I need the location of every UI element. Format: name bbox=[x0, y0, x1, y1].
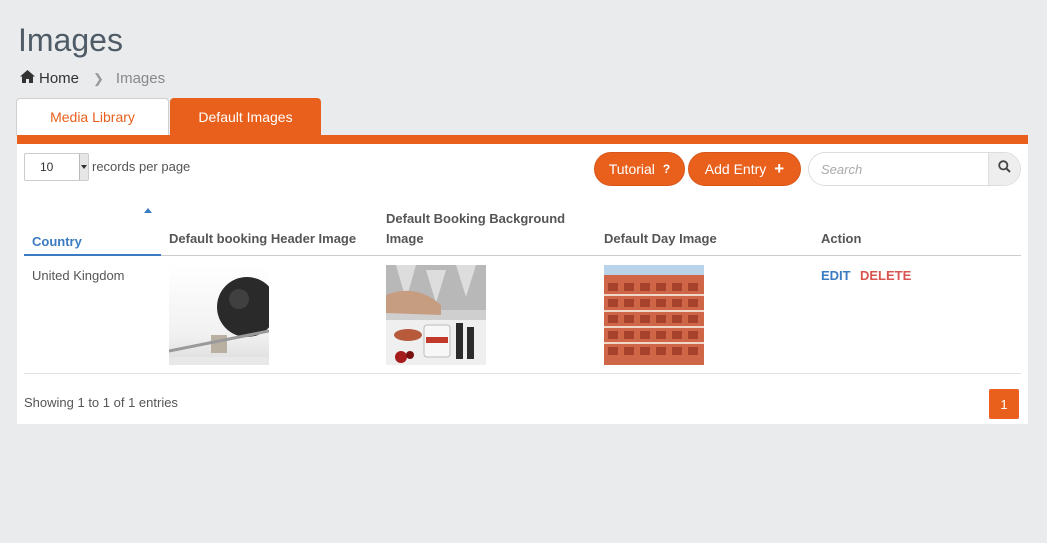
edit-link[interactable]: EDIT bbox=[821, 268, 851, 283]
search-button[interactable] bbox=[988, 153, 1020, 185]
row-divider bbox=[24, 373, 1021, 374]
background-image-thumbnail bbox=[386, 265, 486, 365]
breadcrumb: Home ❯ Images bbox=[20, 70, 165, 87]
chevron-down-icon bbox=[79, 154, 88, 180]
content-panel: 10 records per page Tutorial ? Add Entry… bbox=[17, 135, 1028, 424]
sorted-column-indicator bbox=[24, 254, 161, 256]
question-icon: ? bbox=[662, 162, 671, 176]
tab-media-library[interactable]: Media Library bbox=[16, 98, 169, 135]
column-header-action: Action bbox=[821, 231, 862, 246]
chevron-right-icon: ❯ bbox=[93, 70, 104, 86]
day-image-thumbnail bbox=[604, 265, 704, 365]
records-per-page-label: records per page bbox=[92, 159, 191, 174]
column-header-day-image[interactable]: Default Day Image bbox=[604, 229, 717, 249]
plus-icon: + bbox=[774, 159, 785, 178]
tutorial-label: Tutorial bbox=[608, 161, 655, 177]
records-per-page-value: 10 bbox=[40, 160, 54, 174]
records-per-page-select[interactable]: 10 bbox=[24, 153, 89, 181]
breadcrumb-home-label: Home bbox=[39, 70, 80, 87]
pagination-page-1[interactable]: 1 bbox=[989, 389, 1019, 419]
search-input[interactable] bbox=[809, 153, 989, 185]
home-icon bbox=[20, 70, 35, 87]
breadcrumb-current: Images bbox=[115, 70, 166, 87]
table-header-divider bbox=[24, 255, 1021, 256]
page-title: Images bbox=[18, 22, 123, 58]
search-box bbox=[808, 152, 1021, 186]
sort-asc-icon bbox=[144, 208, 152, 213]
row-country: United Kingdom bbox=[32, 268, 125, 283]
tutorial-button[interactable]: Tutorial ? bbox=[594, 152, 685, 186]
tab-bar: Media Library Default Images bbox=[16, 98, 321, 135]
breadcrumb-home[interactable]: Home bbox=[20, 70, 79, 87]
search-icon bbox=[998, 160, 1011, 178]
header-image-thumbnail bbox=[169, 265, 269, 365]
table-info: Showing 1 to 1 of 1 entries bbox=[24, 395, 178, 410]
add-entry-button[interactable]: Add Entry + bbox=[688, 152, 801, 186]
column-header-background-image[interactable]: Default Booking Background Image bbox=[386, 209, 586, 249]
add-entry-label: Add Entry bbox=[704, 161, 767, 177]
column-header-header-image[interactable]: Default booking Header Image bbox=[169, 229, 356, 249]
delete-link[interactable]: DELETE bbox=[860, 268, 911, 283]
tab-default-images[interactable]: Default Images bbox=[170, 98, 321, 135]
column-header-country[interactable]: Country bbox=[32, 232, 82, 252]
